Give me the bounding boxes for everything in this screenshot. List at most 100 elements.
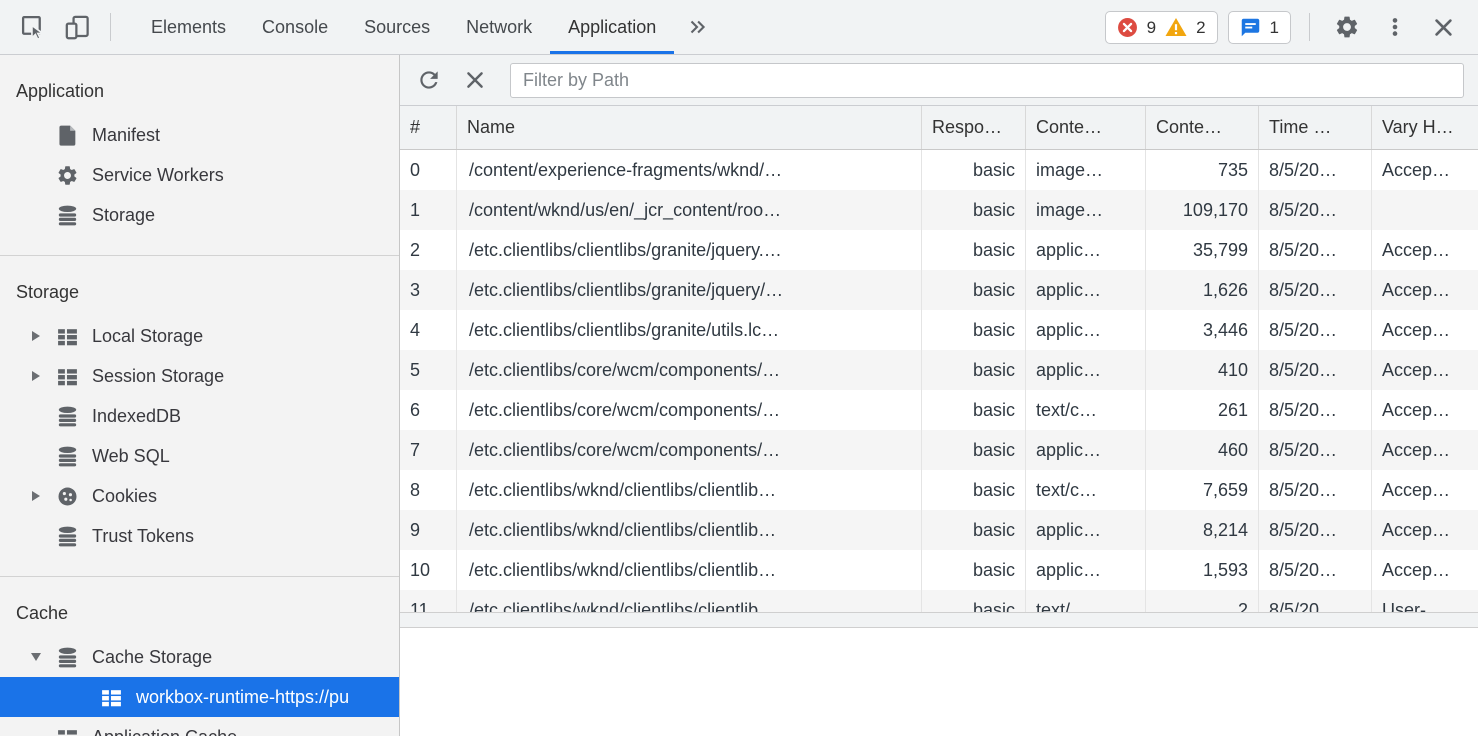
sidebar-item-cookies[interactable]: Cookies <box>0 476 399 516</box>
cell-response-type: basic <box>922 430 1026 470</box>
cell-name: /etc.clientlibs/clientlibs/granite/utils… <box>457 310 922 350</box>
table-row[interactable]: 2 /etc.clientlibs/clientlibs/granite/jqu… <box>400 230 1478 270</box>
column-header-name[interactable]: Name <box>457 106 922 149</box>
database-icon <box>56 525 79 548</box>
table-row[interactable]: 0 /content/experience-fragments/wknd/… b… <box>400 150 1478 190</box>
cell-name: /etc.clientlibs/wknd/clientlibs/clientli… <box>457 590 922 612</box>
table-row[interactable]: 8 /etc.clientlibs/wknd/clientlibs/client… <box>400 470 1478 510</box>
column-header-content-length[interactable]: Conte… <box>1146 106 1259 149</box>
table-icon <box>100 686 123 709</box>
cell-name: /content/experience-fragments/wknd/… <box>457 150 922 190</box>
console-errors-warnings-badge[interactable]: 9 2 <box>1105 11 1218 44</box>
cell-time-cached: 8/5/20… <box>1259 430 1372 470</box>
tab-console[interactable]: Console <box>244 0 346 54</box>
inspect-element-button[interactable] <box>14 8 52 46</box>
cell-index: 1 <box>400 190 457 230</box>
table-row[interactable]: 5 /etc.clientlibs/core/wcm/components/… … <box>400 350 1478 390</box>
delete-selected-button[interactable] <box>458 63 492 97</box>
table-row[interactable]: 3 /etc.clientlibs/clientlibs/granite/jqu… <box>400 270 1478 310</box>
clear-x-icon <box>464 69 486 91</box>
column-header-content-type[interactable]: Conte… <box>1026 106 1146 149</box>
cell-index: 9 <box>400 510 457 550</box>
column-header-time-cached[interactable]: Time … <box>1259 106 1372 149</box>
close-devtools-button[interactable] <box>1424 8 1462 46</box>
cell-content-length: 410 <box>1146 350 1259 390</box>
tab-network[interactable]: Network <box>448 0 550 54</box>
cell-content-type: applic… <box>1026 510 1146 550</box>
column-header-vary-header[interactable]: Vary H… <box>1372 106 1478 149</box>
sidebar-item-cache-storage[interactable]: Cache Storage <box>0 637 399 677</box>
cell-index: 7 <box>400 430 457 470</box>
cell-vary-header: Accep… <box>1372 550 1478 590</box>
refresh-button[interactable] <box>412 63 446 97</box>
column-header-index[interactable]: # <box>400 106 457 149</box>
cell-vary-header: Accep… <box>1372 230 1478 270</box>
cell-content-length: 7,659 <box>1146 470 1259 510</box>
devtools-toolbar: Elements Console Sources Network Applica… <box>0 0 1478 55</box>
issues-message-badge[interactable]: 1 <box>1228 11 1291 44</box>
sidebar-item-workbox-runtime-cache[interactable]: workbox-runtime-https://pu <box>0 677 399 717</box>
more-tabs-button[interactable] <box>674 0 720 54</box>
database-icon <box>56 405 79 428</box>
cell-index: 0 <box>400 150 457 190</box>
sidebar-item-indexeddb[interactable]: IndexedDB <box>0 396 399 436</box>
cell-time-cached: 8/5/20… <box>1259 470 1372 510</box>
close-icon <box>1432 16 1455 39</box>
settings-button[interactable] <box>1328 8 1366 46</box>
sidebar-section-cache: Cache Cache Storage workbox-runtime-http… <box>0 576 399 736</box>
table-row[interactable]: 4 /etc.clientlibs/clientlibs/granite/uti… <box>400 310 1478 350</box>
expand-arrow-icon[interactable] <box>32 371 40 381</box>
sidebar-section-application: Application Manifest Service Workers <box>0 55 399 255</box>
database-icon <box>56 445 79 468</box>
sidebar-item-session-storage[interactable]: Session Storage <box>0 356 399 396</box>
cell-index: 5 <box>400 350 457 390</box>
device-toolbar-button[interactable] <box>58 8 96 46</box>
cell-vary-header: User-… <box>1372 590 1478 612</box>
sidebar-item-service-workers[interactable]: Service Workers <box>0 155 399 195</box>
cell-content-length: 2 <box>1146 590 1259 612</box>
tab-application[interactable]: Application <box>550 0 674 54</box>
cell-time-cached: 8/5/20… <box>1259 390 1372 430</box>
table-row[interactable]: 7 /etc.clientlibs/core/wcm/components/… … <box>400 430 1478 470</box>
cell-response-type: basic <box>922 350 1026 390</box>
sidebar-item-label: Trust Tokens <box>92 526 194 547</box>
collapse-arrow-icon[interactable] <box>31 653 41 661</box>
message-count: 1 <box>1270 19 1279 36</box>
sidebar-item-application-cache[interactable]: Application Cache <box>0 717 399 736</box>
table-row[interactable]: 11 /etc.clientlibs/wknd/clientlibs/clien… <box>400 590 1478 612</box>
warning-count: 2 <box>1196 19 1205 36</box>
table-row[interactable]: 9 /etc.clientlibs/wknd/clientlibs/client… <box>400 510 1478 550</box>
cell-content-length: 35,799 <box>1146 230 1259 270</box>
filter-by-path-input[interactable] <box>510 63 1464 98</box>
sidebar-item-local-storage[interactable]: Local Storage <box>0 316 399 356</box>
section-title-storage: Storage <box>0 256 399 316</box>
cell-vary-header: Accep… <box>1372 430 1478 470</box>
cell-content-type: applic… <box>1026 310 1146 350</box>
cell-vary-header: Accep… <box>1372 150 1478 190</box>
sidebar-item-web-sql[interactable]: Web SQL <box>0 436 399 476</box>
cell-time-cached: 8/5/20… <box>1259 230 1372 270</box>
cell-index: 2 <box>400 230 457 270</box>
message-bubble-icon <box>1240 17 1261 38</box>
sidebar-item-manifest[interactable]: Manifest <box>0 115 399 155</box>
cell-vary-header: Accep… <box>1372 350 1478 390</box>
horizontal-scrollbar[interactable] <box>400 612 1478 628</box>
sidebar-item-label: Session Storage <box>92 366 224 387</box>
sidebar-item-storage[interactable]: Storage <box>0 195 399 235</box>
sidebar-item-label: workbox-runtime-https://pu <box>136 687 349 708</box>
toolbar-right: 9 2 1 <box>1105 0 1478 54</box>
cell-vary-header <box>1372 190 1478 230</box>
cache-storage-panel: # Name Respo… Conte… Conte… Time … Vary … <box>400 55 1478 736</box>
more-options-button[interactable] <box>1376 8 1414 46</box>
tab-sources[interactable]: Sources <box>346 0 448 54</box>
kebab-menu-icon <box>1384 16 1406 38</box>
tab-elements[interactable]: Elements <box>133 0 244 54</box>
table-row[interactable]: 10 /etc.clientlibs/wknd/clientlibs/clien… <box>400 550 1478 590</box>
table-row[interactable]: 6 /etc.clientlibs/core/wcm/components/… … <box>400 390 1478 430</box>
expand-arrow-icon[interactable] <box>32 491 40 501</box>
sidebar-item-trust-tokens[interactable]: Trust Tokens <box>0 516 399 556</box>
table-row[interactable]: 1 /content/wknd/us/en/_jcr_content/roo… … <box>400 190 1478 230</box>
expand-arrow-icon[interactable] <box>32 331 40 341</box>
column-header-response-type[interactable]: Respo… <box>922 106 1026 149</box>
cell-name: /etc.clientlibs/wknd/clientlibs/clientli… <box>457 510 922 550</box>
